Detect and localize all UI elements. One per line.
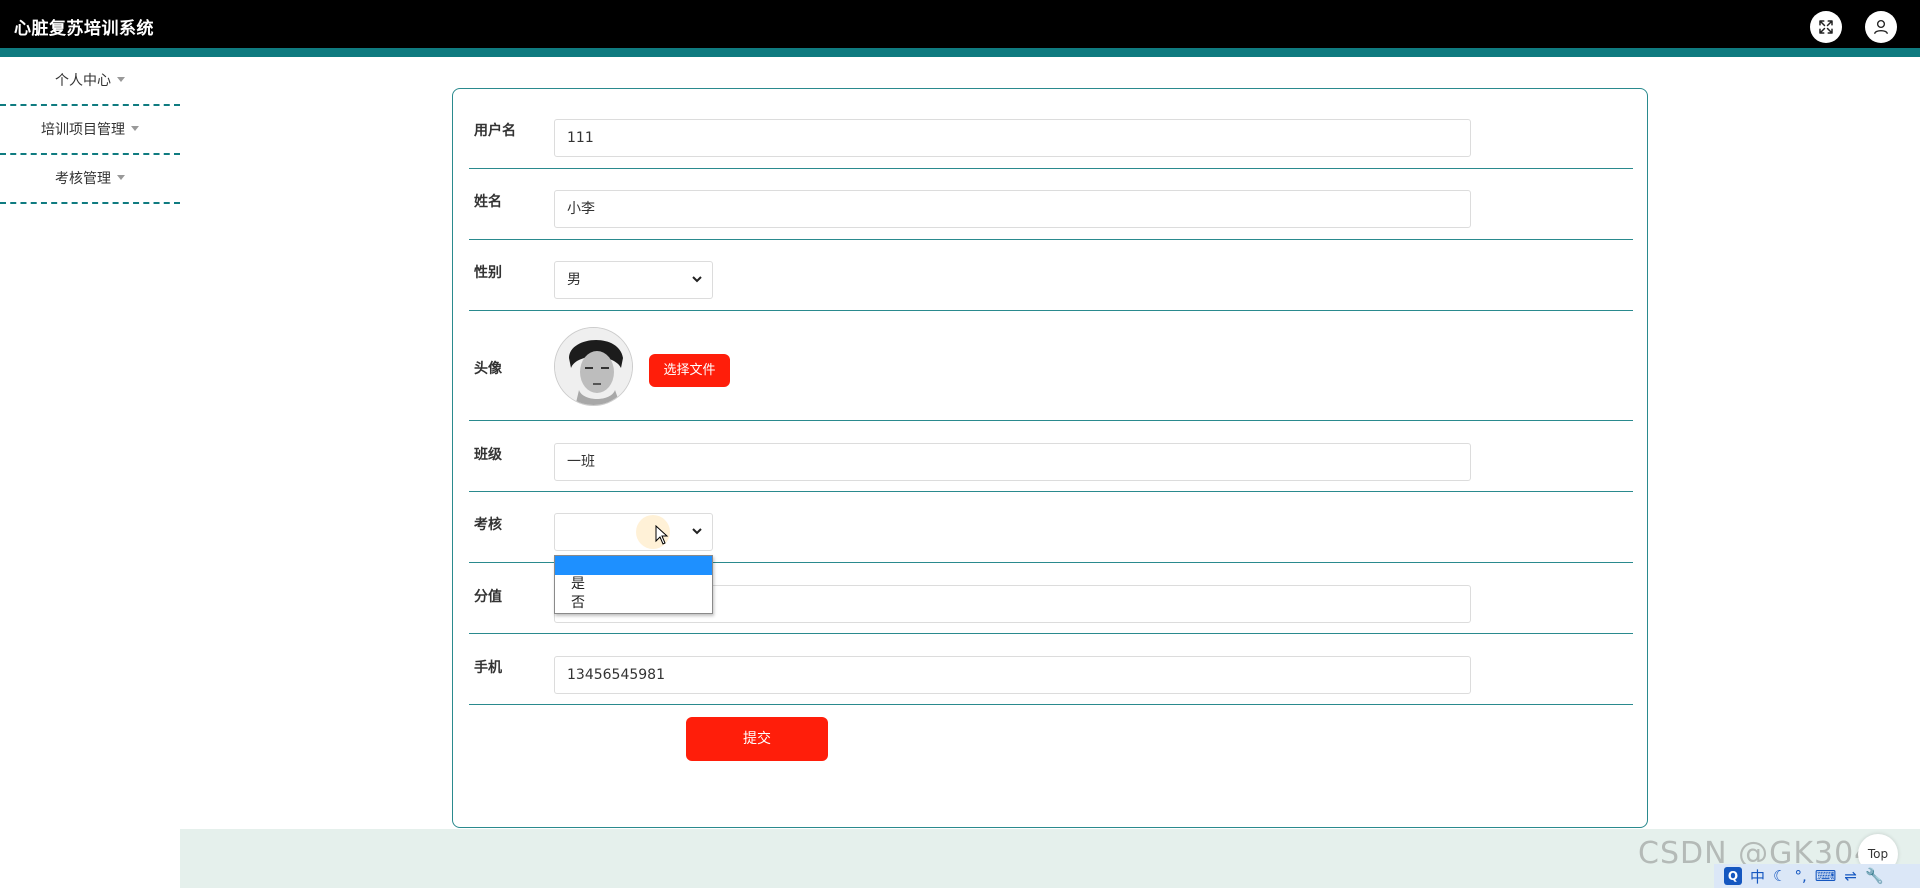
caret-down-icon: [117, 76, 125, 82]
caret-down-icon: [117, 174, 125, 180]
punctuation-icon[interactable]: °,: [1794, 867, 1806, 885]
app-title: 心脏复苏培训系统: [14, 19, 154, 39]
swap-icon[interactable]: ⇌: [1844, 867, 1857, 885]
exam-option-yes[interactable]: 是: [555, 575, 712, 594]
top-bar: 心脏复苏培训系统: [0, 0, 1920, 57]
ime-lang-toggle[interactable]: 中: [1750, 866, 1765, 887]
chevron-down-icon: [692, 528, 702, 535]
class-label: 班级: [474, 447, 502, 463]
gender-label: 性别: [474, 265, 502, 281]
score-label: 分值: [474, 589, 502, 605]
moon-icon[interactable]: ☾: [1773, 867, 1786, 885]
phone-input[interactable]: 13456545981: [554, 656, 1471, 694]
sidebar: 个人中心 培训项目管理 考核管理: [0, 57, 180, 204]
exam-select[interactable]: [554, 513, 713, 551]
exam-option-empty[interactable]: [555, 556, 712, 575]
form-row-phone: 手机 13456545981: [469, 634, 1633, 705]
ime-logo-icon[interactable]: Q: [1724, 867, 1742, 885]
expand-icon: [1819, 20, 1833, 34]
mouse-cursor-icon: [655, 525, 669, 545]
header-accent-strip: [0, 48, 1920, 57]
sidebar-item-exam-management[interactable]: 考核管理: [0, 155, 180, 204]
avatar-label: 头像: [474, 361, 502, 377]
gender-select-value: 男: [567, 272, 581, 288]
exam-option-no[interactable]: 否: [555, 594, 712, 613]
gender-select[interactable]: 男: [554, 261, 713, 299]
sidebar-item-label: 考核管理: [55, 171, 111, 187]
form-row-name: 姓名 小李: [469, 169, 1633, 240]
wrench-icon[interactable]: 🔧: [1865, 867, 1884, 885]
avatar-image: [554, 327, 633, 406]
form-row-gender: 性别 男: [469, 240, 1633, 311]
form-row-class: 班级 一班: [469, 421, 1633, 492]
profile-form-card: 用户名 111 姓名 小李 性别 男 头像 选择文件 班级 一班 考核 分值 手…: [452, 88, 1648, 828]
exam-label: 考核: [474, 517, 502, 533]
caret-down-icon: [131, 125, 139, 131]
sidebar-item-label: 个人中心: [55, 73, 111, 89]
class-input[interactable]: 一班: [554, 443, 1471, 481]
sidebar-item-label: 培训项目管理: [41, 122, 125, 138]
sidebar-item-personal-center[interactable]: 个人中心: [0, 57, 180, 106]
form-row-username: 用户名 111: [469, 89, 1633, 169]
sidebar-item-training-projects[interactable]: 培训项目管理: [0, 106, 180, 155]
username-label: 用户名: [474, 123, 516, 139]
name-label: 姓名: [474, 194, 502, 210]
choose-file-button[interactable]: 选择文件: [649, 354, 730, 387]
fullscreen-button[interactable]: [1810, 11, 1842, 43]
username-input[interactable]: 111: [554, 119, 1471, 157]
user-icon: [1873, 19, 1889, 35]
name-input[interactable]: 小李: [554, 190, 1471, 228]
chevron-down-icon: [692, 276, 702, 283]
keyboard-icon[interactable]: ⌨: [1815, 867, 1837, 885]
user-menu-button[interactable]: [1865, 11, 1897, 43]
form-row-avatar: 头像 选择文件: [469, 311, 1633, 421]
submit-button[interactable]: 提交: [686, 717, 828, 761]
ime-tray: Q 中 ☾ °, ⌨ ⇌ 🔧: [1714, 864, 1920, 888]
phone-label: 手机: [474, 660, 502, 676]
exam-dropdown-list: 是 否: [554, 555, 713, 614]
